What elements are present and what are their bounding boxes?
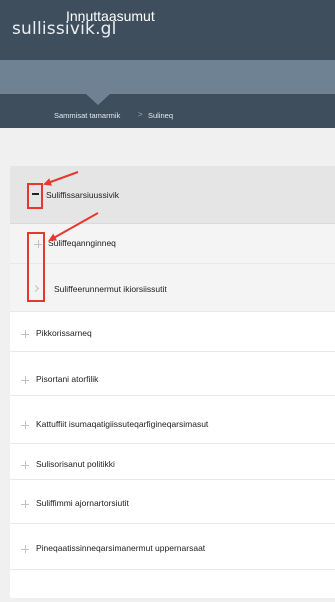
breadcrumb-separator: >	[138, 110, 143, 119]
section-header	[0, 60, 335, 94]
menu-item-label[interactable]: Pineqaatissinneqarsimanermut uppernarsaa…	[36, 543, 205, 553]
expand-plus-icon[interactable]	[21, 330, 29, 338]
menu-item-label[interactable]: Pikkorissarneq	[36, 328, 92, 338]
menu-item-label[interactable]: Kattuffiit isumaqatigiissuteqarfigineqar…	[36, 419, 208, 429]
breadcrumb-item-current[interactable]: Sulineq	[148, 111, 173, 120]
expand-plus-icon[interactable]	[21, 461, 29, 469]
menu-item-label[interactable]: Suliffissarsiuussivik	[46, 190, 119, 200]
expand-plus-icon[interactable]	[21, 376, 29, 384]
breadcrumb-pointer-icon	[86, 94, 110, 105]
section-title[interactable]: Innuttaasumut	[66, 8, 155, 24]
expand-plus-icon[interactable]	[21, 421, 29, 429]
submenu-item-label[interactable]: Suliffeqannginneq	[48, 238, 116, 248]
annotation-box	[27, 232, 45, 302]
breadcrumb-item-home[interactable]: Sammisat tamarmik	[54, 111, 120, 120]
submenu-item-label[interactable]: Suliffeerunnermut ikiorsiissutit	[54, 284, 167, 294]
annotation-box	[27, 183, 43, 209]
menu-item-label[interactable]: Sulisorisanut politikki	[36, 459, 115, 469]
expand-plus-icon[interactable]	[21, 545, 29, 553]
menu-item-label[interactable]: Pisortani atorfilik	[36, 374, 98, 384]
menu-item-label[interactable]: Suliffimmi ajornartorsiutit	[36, 498, 129, 508]
expand-plus-icon[interactable]	[21, 500, 29, 508]
